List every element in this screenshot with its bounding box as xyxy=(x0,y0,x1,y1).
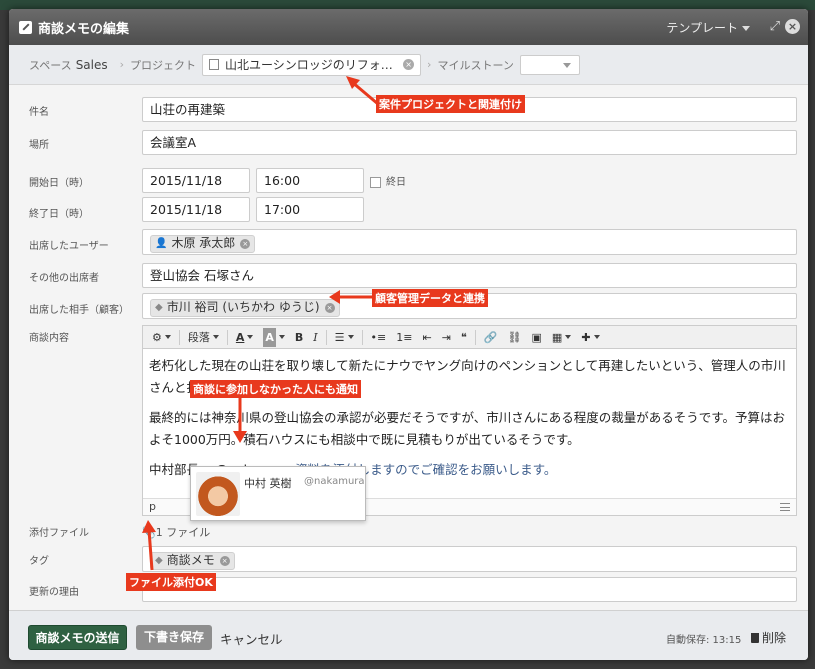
arrow-customer-head xyxy=(329,290,340,304)
annotation-project-link: 案件プロジェクトと関連付け xyxy=(376,95,525,113)
annotation-attach-ok: ファイル添付OK xyxy=(126,573,216,591)
arrow-notify-head xyxy=(233,431,247,443)
annotation-customer-link: 顧客管理データと連携 xyxy=(372,289,488,307)
arrow-attach-head xyxy=(142,520,156,533)
arrow-attach xyxy=(147,529,154,571)
arrow-project xyxy=(351,80,379,106)
annotation-notify: 商談に参加しなかった人にも通知 xyxy=(190,380,361,398)
